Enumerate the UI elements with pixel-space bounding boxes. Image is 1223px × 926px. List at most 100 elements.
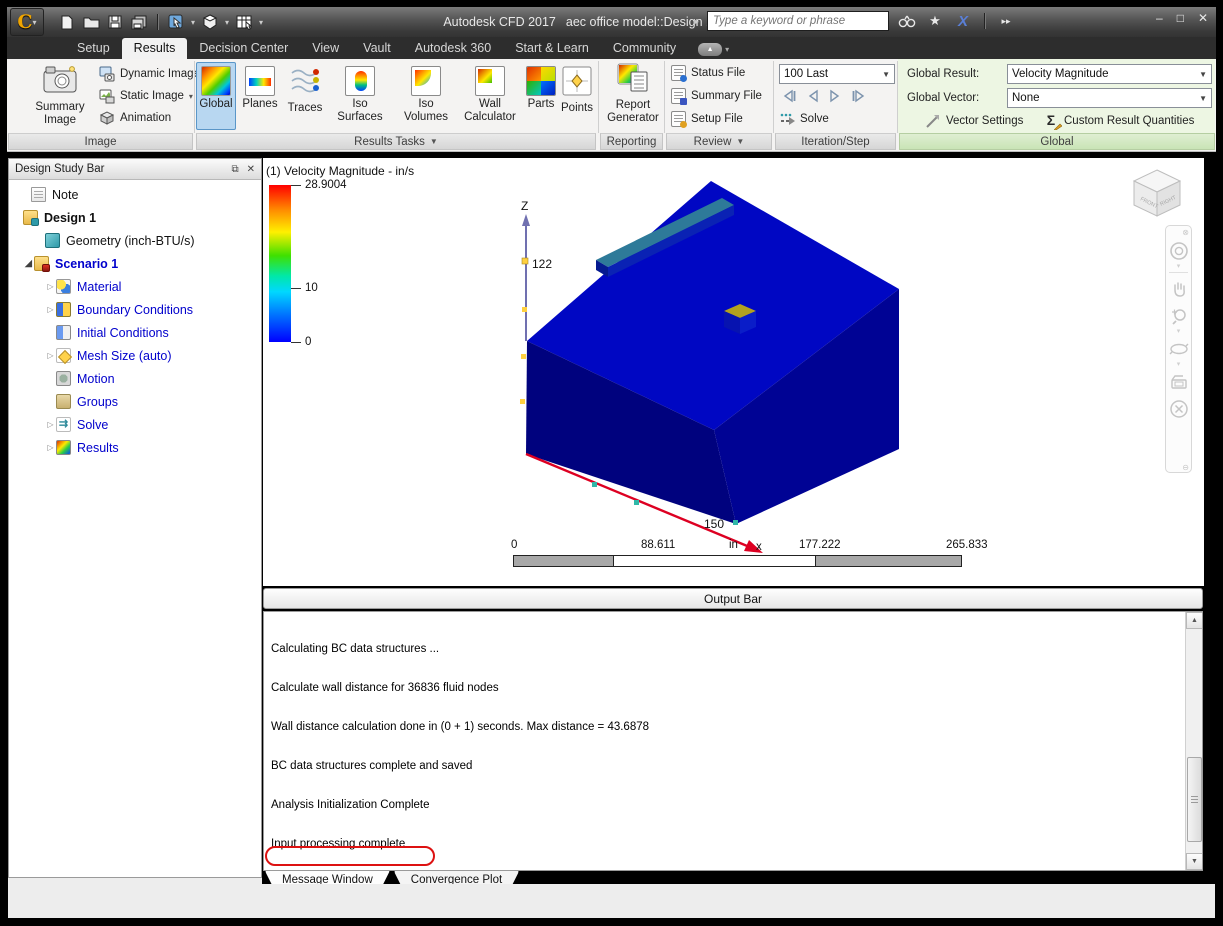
tree-item-motion[interactable]: Motion <box>9 369 261 388</box>
task-traces-button[interactable]: Traces <box>284 62 326 130</box>
step-last-button[interactable] <box>850 89 867 106</box>
graphics-viewport[interactable]: (1) Velocity Magnitude - in/s 28.9004 10… <box>263 158 1204 683</box>
chevron-down-icon[interactable]: ▾ <box>225 18 229 27</box>
view-cube-tool-button[interactable] <box>201 14 219 30</box>
task-parts-button[interactable]: Parts <box>522 62 560 130</box>
tree-item-initial-conditions[interactable]: Initial Conditions <box>9 323 261 342</box>
expand-arrow-icon[interactable]: ▷ <box>45 282 56 291</box>
group-label-results-tasks[interactable]: Results Tasks ▼ <box>196 133 596 150</box>
minimize-button[interactable]: – <box>1156 11 1163 25</box>
help-search-input[interactable] <box>707 11 889 31</box>
close-navbar-icon[interactable]: ⊗ <box>1182 228 1189 237</box>
collapse-chevrons-icon[interactable]: ▸▸ <box>996 16 1016 27</box>
summary-image-button[interactable]: Summary Image <box>29 62 91 127</box>
open-file-button[interactable] <box>82 14 100 30</box>
chevron-down-icon[interactable]: ▾ <box>1177 263 1181 270</box>
status-file-button[interactable]: Status File <box>671 65 745 82</box>
animation-button[interactable]: Animation <box>99 110 171 126</box>
chevron-down-icon[interactable]: ▾ <box>1177 361 1181 368</box>
float-panel-icon[interactable]: ⧉ <box>231 164 238 175</box>
expand-arrow-icon[interactable]: ▷ <box>45 420 56 429</box>
save-all-button[interactable] <box>130 14 148 30</box>
task-iso-surfaces-button[interactable]: Iso Surfaces <box>328 62 392 130</box>
save-button[interactable] <box>106 14 124 30</box>
vector-settings-button[interactable]: Vector Settings <box>925 113 1023 129</box>
global-result-combo[interactable]: Velocity Magnitude ▼ <box>1007 64 1212 84</box>
favorites-star-icon[interactable]: ★ <box>925 13 945 29</box>
menu-vault[interactable]: Vault <box>351 38 403 59</box>
dynamic-image-button[interactable]: Dynamic Image <box>99 66 200 82</box>
tree-item-geometry[interactable]: Geometry (inch-BTU/s) <box>9 231 261 250</box>
task-wall-calculator-button[interactable]: Wall Calculator <box>460 62 520 130</box>
menu-community[interactable]: Community <box>601 38 688 59</box>
step-forward-button[interactable] <box>828 89 842 106</box>
camera-icon <box>41 63 79 99</box>
maximize-button[interactable]: □ <box>1177 11 1184 25</box>
menu-decision-center[interactable]: Decision Center <box>187 38 300 59</box>
tree-item-material[interactable]: ▷ Material <box>9 277 261 296</box>
output-scrollbar[interactable]: ▲ ▼ <box>1185 612 1202 870</box>
collapse-arrow-icon[interactable]: ◢ <box>23 258 34 269</box>
selection-tool-button[interactable] <box>167 14 185 30</box>
chevron-down-icon[interactable]: ▾ <box>1177 328 1181 335</box>
pan-hand-icon[interactable] <box>1168 278 1189 299</box>
iteration-combo[interactable]: 100 Last ▼ <box>779 64 895 84</box>
chevron-down-icon[interactable]: ▾ <box>725 45 729 54</box>
view-cube[interactable]: FRONT RIGHT <box>1128 166 1186 222</box>
step-back-button[interactable] <box>806 89 820 106</box>
zoom-icon[interactable] <box>1168 305 1189 326</box>
tree-item-boundary-conditions[interactable]: ▷ Boundary Conditions <box>9 300 261 319</box>
static-image-button[interactable]: Static Image ▾ <box>99 88 193 104</box>
chevron-down-icon[interactable]: ▾ <box>191 18 195 27</box>
scroll-up-button[interactable]: ▲ <box>1186 612 1202 629</box>
cloud-drive-icon[interactable]: ▲ <box>698 43 723 56</box>
collapse-navbar-icon[interactable]: ⊖ <box>1182 463 1189 472</box>
setup-file-button[interactable]: Setup File <box>671 111 743 128</box>
new-file-button[interactable] <box>58 14 76 30</box>
tree-item-solve[interactable]: ▷ ⇉ Solve <box>9 415 261 434</box>
tree-item-scenario-1[interactable]: ◢ Scenario 1 <box>9 254 261 273</box>
application-menu-button[interactable]: C ▾ <box>10 8 44 36</box>
chevron-right-icon[interactable]: ▸ <box>695 17 699 26</box>
steering-wheel-icon[interactable] <box>1168 240 1189 261</box>
app-title: Autodesk CFD 2017 <box>443 15 556 29</box>
close-button[interactable]: ✕ <box>1198 11 1208 25</box>
tree-item-results[interactable]: ▷ Results <box>9 438 261 457</box>
output-bar-header[interactable]: Output Bar <box>263 588 1203 609</box>
summary-file-button[interactable]: Summary File <box>671 88 762 105</box>
toolbar-overflow-button[interactable]: ▾ <box>259 18 263 27</box>
search-binoculars-icon[interactable] <box>897 15 917 28</box>
orbit-icon[interactable] <box>1168 338 1189 359</box>
menu-setup[interactable]: Setup <box>65 38 122 59</box>
task-points-button[interactable]: Points <box>557 62 597 130</box>
task-iso-volumes-button[interactable]: Iso Volumes <box>394 62 458 130</box>
task-planes-button[interactable]: Planes <box>238 62 282 130</box>
exchange-apps-icon[interactable]: X <box>953 13 973 30</box>
expand-arrow-icon[interactable]: ▷ <box>45 305 56 314</box>
group-label-review[interactable]: Review ▼ <box>666 133 772 150</box>
task-global-button[interactable]: Global <box>196 62 236 130</box>
fit-view-icon[interactable] <box>1168 398 1189 419</box>
global-vector-combo[interactable]: None ▼ <box>1007 88 1212 108</box>
menu-results[interactable]: Results <box>121 38 188 59</box>
report-generator-button[interactable]: Report Generator <box>603 62 663 125</box>
tree-item-note[interactable]: Note <box>9 185 261 204</box>
tree-item-mesh-size[interactable]: ▷ Mesh Size (auto) <box>9 346 261 365</box>
scroll-down-button[interactable]: ▼ <box>1186 853 1202 870</box>
tree-item-groups[interactable]: Groups <box>9 392 261 411</box>
expand-arrow-icon[interactable]: ▷ <box>45 443 56 452</box>
message-window[interactable]: Calculating BC data structures ... Calcu… <box>263 611 1203 871</box>
table-tool-button[interactable] <box>235 14 253 30</box>
step-first-button[interactable] <box>781 89 798 106</box>
menu-start-learn[interactable]: Start & Learn <box>503 38 601 59</box>
tree-item-design-1[interactable]: Design 1 <box>9 208 261 227</box>
scrollbar-thumb[interactable] <box>1187 757 1202 842</box>
look-at-icon[interactable] <box>1168 371 1189 392</box>
menu-view[interactable]: View <box>300 38 351 59</box>
expand-arrow-icon[interactable]: ▷ <box>45 351 56 360</box>
close-panel-icon[interactable]: ✕ <box>247 164 255 175</box>
custom-result-quantities-button[interactable]: Σ Custom Result Quantities <box>1043 113 1194 130</box>
chevron-down-icon[interactable]: ▾ <box>189 92 193 101</box>
solve-button[interactable]: Solve <box>779 111 829 127</box>
menu-autodesk-360[interactable]: Autodesk 360 <box>403 38 503 59</box>
